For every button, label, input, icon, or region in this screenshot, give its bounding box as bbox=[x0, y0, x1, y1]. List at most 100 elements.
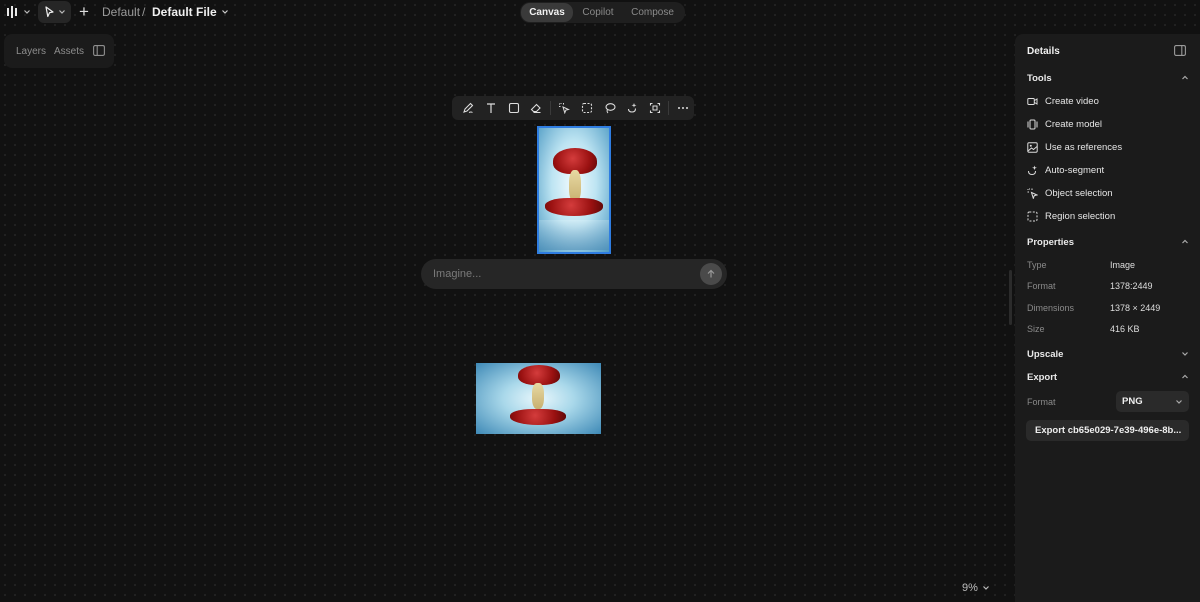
canvas-toolbar bbox=[452, 96, 694, 120]
auto-segment-icon bbox=[628, 103, 637, 113]
chevron-up-icon bbox=[1182, 374, 1188, 379]
chevron-up-icon bbox=[1182, 239, 1188, 244]
property-key: Dimensions bbox=[1027, 303, 1075, 313]
text-tool-button[interactable] bbox=[480, 98, 503, 118]
lasso-tool-button[interactable] bbox=[598, 98, 621, 118]
tab-layers[interactable]: Layers bbox=[16, 46, 46, 57]
plus-icon: + bbox=[79, 2, 89, 21]
add-button[interactable]: + bbox=[76, 2, 92, 21]
prompt-input[interactable] bbox=[433, 266, 693, 282]
property-row: Size 416 KB bbox=[1027, 324, 1187, 338]
export-section-header[interactable]: Export bbox=[1027, 369, 1189, 385]
breadcrumb-file-label: Default File bbox=[152, 5, 217, 19]
auto-segment-tool-button[interactable] bbox=[621, 98, 644, 118]
chevron-down-icon bbox=[1176, 399, 1182, 404]
chevron-down-icon bbox=[24, 10, 30, 14]
reflection-shape bbox=[539, 220, 609, 250]
upscale-heading: Upscale bbox=[1027, 348, 1064, 360]
create-video-button[interactable]: Create video bbox=[1027, 93, 1187, 109]
arrow-up-icon bbox=[707, 269, 715, 278]
apple-bottom-shape bbox=[545, 198, 603, 216]
tools-heading: Tools bbox=[1027, 72, 1052, 84]
panel-toggle-icon[interactable] bbox=[1174, 45, 1186, 56]
property-row: Format 1378:2449 bbox=[1027, 281, 1187, 295]
logo-menu-button[interactable] bbox=[6, 3, 34, 21]
export-format-label: Format bbox=[1027, 397, 1056, 407]
top-bar: + Default / Default File Canvas Copilot … bbox=[0, 0, 1200, 24]
property-row: Dimensions 1378 × 2449 bbox=[1027, 303, 1187, 317]
sparkle-icon bbox=[1028, 165, 1037, 175]
use-as-references-button[interactable]: Use as references bbox=[1027, 139, 1187, 155]
more-icon bbox=[677, 107, 688, 109]
export-heading: Export bbox=[1027, 371, 1058, 383]
pen-tool-button[interactable] bbox=[457, 98, 480, 118]
region-selection-button[interactable]: Region selection bbox=[1027, 208, 1187, 224]
properties-section-header[interactable]: Properties bbox=[1027, 234, 1189, 250]
logo-icon bbox=[7, 6, 17, 18]
export-button[interactable]: Export cb65e029-7e39-496e-8b... bbox=[1026, 420, 1189, 441]
focus-icon bbox=[649, 102, 661, 114]
text-icon bbox=[487, 103, 496, 113]
region-select-tool-button[interactable] bbox=[576, 98, 599, 118]
object-select-tool-button[interactable] bbox=[553, 98, 576, 118]
create-video-label: Create video bbox=[1045, 95, 1099, 107]
eraser-icon bbox=[531, 103, 542, 113]
mode-switcher: Canvas Copilot Compose bbox=[520, 2, 685, 23]
tab-assets[interactable]: Assets bbox=[54, 46, 84, 57]
canvas-scrollbar[interactable] bbox=[1009, 270, 1012, 325]
tab-compose[interactable]: Compose bbox=[623, 3, 682, 22]
rectangle-tool-button[interactable] bbox=[502, 98, 525, 118]
properties-heading: Properties bbox=[1027, 236, 1074, 248]
canvas-image[interactable] bbox=[476, 363, 601, 434]
chevron-down-icon bbox=[221, 10, 228, 14]
model-icon bbox=[1027, 119, 1038, 129]
more-tools-button[interactable] bbox=[671, 98, 694, 118]
zoom-level: 9% bbox=[962, 582, 978, 594]
select-tool-button[interactable] bbox=[38, 1, 71, 23]
region-selection-label: Region selection bbox=[1045, 210, 1116, 222]
apple-core-shape bbox=[532, 383, 544, 409]
use-as-references-label: Use as references bbox=[1045, 141, 1123, 153]
property-value: Image bbox=[1110, 260, 1136, 270]
send-button[interactable] bbox=[700, 263, 722, 285]
auto-segment-button[interactable]: Auto-segment bbox=[1027, 162, 1187, 178]
prompt-bar bbox=[421, 259, 727, 289]
upscale-section-header[interactable]: Upscale bbox=[1027, 346, 1189, 362]
sidebar-toggle-icon[interactable] bbox=[93, 45, 105, 56]
export-format-value: PNG bbox=[1122, 396, 1143, 407]
object-selection-label: Object selection bbox=[1045, 187, 1113, 199]
create-model-button[interactable]: Create model bbox=[1027, 116, 1187, 132]
property-key: Format bbox=[1027, 281, 1056, 291]
property-key: Size bbox=[1027, 324, 1045, 334]
export-format-select[interactable]: PNG bbox=[1116, 391, 1189, 412]
eraser-tool-button[interactable] bbox=[525, 98, 548, 118]
left-panel: Layers Assets bbox=[4, 34, 114, 68]
video-icon bbox=[1027, 97, 1038, 105]
canvas-image-selected[interactable] bbox=[537, 126, 611, 254]
object-select-icon bbox=[1027, 188, 1038, 199]
zoom-control[interactable]: 9% bbox=[962, 582, 990, 594]
region-select-icon bbox=[1027, 211, 1038, 221]
tab-copilot[interactable]: Copilot bbox=[573, 3, 623, 22]
apple-top-shape bbox=[518, 365, 560, 385]
apple-bottom-shape bbox=[510, 409, 566, 425]
tools-section-header[interactable]: Tools bbox=[1027, 70, 1189, 86]
chevron-down-icon bbox=[58, 10, 65, 14]
tab-canvas[interactable]: Canvas bbox=[521, 3, 573, 22]
chevron-up-icon bbox=[1182, 75, 1188, 80]
object-selection-button[interactable]: Object selection bbox=[1027, 185, 1187, 201]
breadcrumb-project[interactable]: Default bbox=[102, 5, 140, 19]
property-value: 416 KB bbox=[1110, 324, 1140, 334]
breadcrumb-file[interactable]: Default File bbox=[152, 5, 229, 19]
focus-tool-button[interactable] bbox=[644, 98, 667, 118]
lasso-icon bbox=[604, 103, 616, 114]
auto-segment-label: Auto-segment bbox=[1045, 164, 1105, 176]
property-value: 1378:2449 bbox=[1110, 281, 1153, 291]
image-icon bbox=[1027, 141, 1038, 153]
property-row: Type Image bbox=[1027, 260, 1187, 274]
details-title: Details bbox=[1027, 46, 1060, 57]
chevron-down-icon bbox=[982, 586, 989, 590]
toolbar-divider bbox=[668, 101, 670, 115]
create-model-label: Create model bbox=[1045, 118, 1103, 130]
chevron-down-icon bbox=[1182, 352, 1188, 356]
